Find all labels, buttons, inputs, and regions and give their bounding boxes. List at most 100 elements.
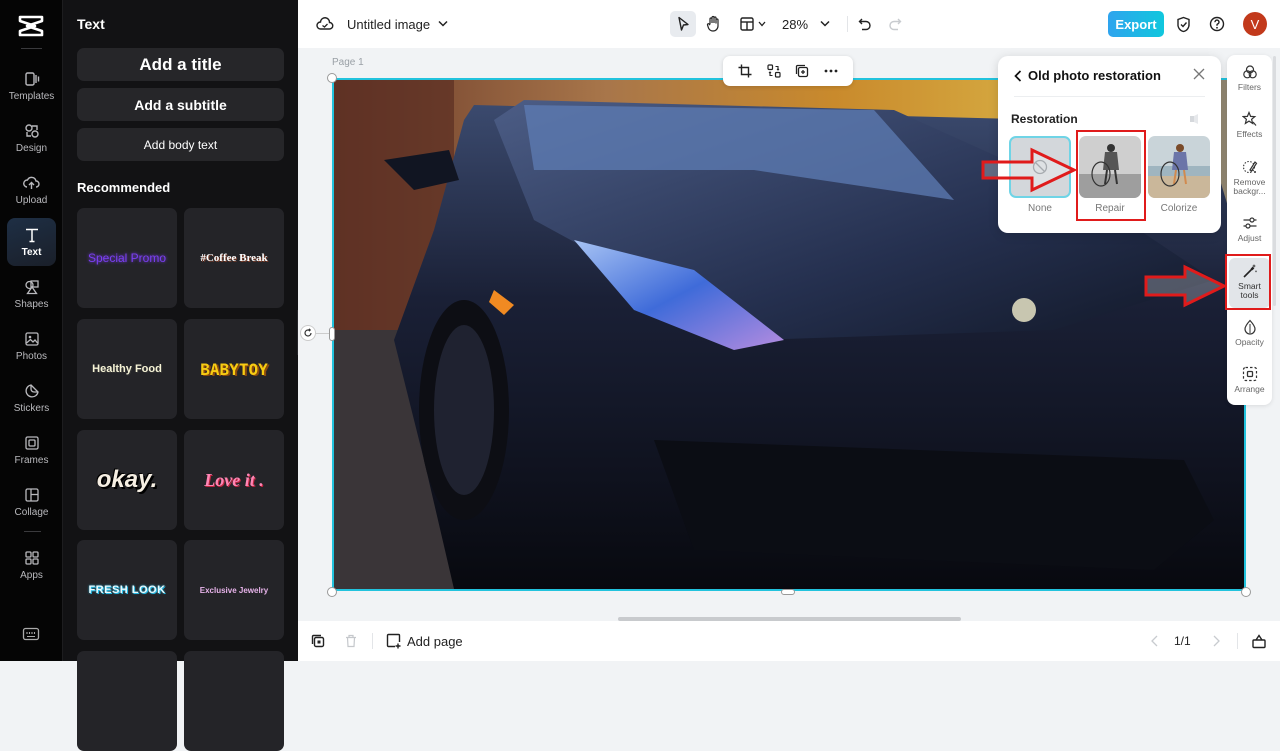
toolbar-divider <box>847 16 848 32</box>
rail-item-apps[interactable]: Apps <box>7 545 56 591</box>
cloud-sync-icon[interactable] <box>316 15 334 33</box>
resize-handle-bottom-left[interactable] <box>327 587 337 597</box>
layout-dropdown[interactable] <box>738 14 768 34</box>
next-page-icon[interactable] <box>1210 634 1222 648</box>
hand-tool-button[interactable] <box>704 13 724 35</box>
add-page-button[interactable]: Add page <box>386 632 463 650</box>
tool-opacity[interactable]: Opacity <box>1229 319 1270 347</box>
magic-wand-icon <box>1242 263 1258 279</box>
text-preset-tile[interactable]: okay. <box>77 430 177 530</box>
keyboard-shortcuts-icon[interactable] <box>22 627 40 641</box>
text-preset-tile[interactable] <box>184 651 284 751</box>
adjust-icon <box>1242 215 1258 231</box>
redo-button[interactable] <box>886 15 904 33</box>
text-preset-tile[interactable]: FRESH LOOK <box>77 540 177 640</box>
undo-button[interactable] <box>856 15 874 33</box>
tool-smart-tools[interactable]: Smart tools <box>1229 258 1270 308</box>
rail-item-collage[interactable]: Collage <box>7 482 56 528</box>
add-body-text-button[interactable]: Add body text <box>77 128 284 161</box>
tool-arrange[interactable]: Arrange <box>1229 366 1270 394</box>
preset-love-it: Love it . <box>204 469 264 490</box>
restoration-option-repair[interactable] <box>1079 136 1141 198</box>
page-counter: 1/1 <box>1174 634 1191 648</box>
text-preset-tile[interactable]: Healthy Food <box>77 319 177 419</box>
delete-page-button[interactable] <box>343 633 359 649</box>
frames-icon <box>23 434 41 452</box>
add-title-button[interactable]: Add a title <box>77 48 284 81</box>
tool-filters[interactable]: Filters <box>1229 64 1270 92</box>
tool-adjust[interactable]: Adjust <box>1229 215 1270 243</box>
right-panel-scrollbar[interactable] <box>1273 56 1276 306</box>
select-tool-button[interactable] <box>670 11 696 37</box>
right-tools-bar: Filters Effects Remove backgr... Adjust … <box>1227 55 1272 405</box>
back-button[interactable]: Old photo restoration <box>1014 68 1161 83</box>
rail-divider <box>24 531 41 532</box>
compare-icon[interactable] <box>1189 113 1201 125</box>
collage-icon <box>23 486 41 504</box>
resize-handle-top-left[interactable] <box>327 73 337 83</box>
bottom-bar: Add page 1/1 <box>298 621 1280 661</box>
arrange-icon <box>1242 366 1258 382</box>
panel-heading: Old photo restoration <box>1028 68 1161 83</box>
text-preset-tile[interactable]: #Coffee Break <box>184 208 284 308</box>
bottom-divider <box>1237 633 1238 649</box>
text-preset-tile[interactable]: Exclusive Jewelry <box>184 540 284 640</box>
text-icon <box>23 226 41 244</box>
close-icon[interactable] <box>1193 68 1207 82</box>
capcut-logo-icon[interactable] <box>16 14 46 38</box>
rail-item-design[interactable]: Design <box>7 118 56 164</box>
rail-item-photos[interactable]: Photos <box>7 326 56 372</box>
rotate-handle-connector <box>316 333 329 334</box>
page-manager-icon[interactable] <box>1250 632 1268 650</box>
chevron-left-icon <box>1014 69 1022 82</box>
design-icon <box>23 122 41 140</box>
tool-remove-background[interactable]: Remove backgr... <box>1229 159 1270 196</box>
resize-handle-bottom-right[interactable] <box>1241 587 1251 597</box>
help-icon[interactable] <box>1208 15 1226 33</box>
rotate-handle[interactable] <box>300 325 316 341</box>
user-avatar[interactable]: V <box>1243 12 1267 36</box>
add-page-icon <box>386 633 402 649</box>
resize-handle-bottom[interactable] <box>781 589 795 595</box>
rail-item-frames[interactable]: Frames <box>7 430 56 476</box>
zoom-level[interactable]: 28% <box>782 14 808 34</box>
upload-cloud-icon <box>23 174 41 192</box>
preset-babytoy: BABYTOY <box>200 359 268 379</box>
crop-icon[interactable] <box>737 63 753 79</box>
rail-item-upload[interactable]: Upload <box>7 170 56 216</box>
text-preset-tile[interactable]: Special Promo <box>77 208 177 308</box>
option-label-colorize: Colorize <box>1160 203 1198 214</box>
rail-item-text[interactable]: Text <box>7 218 56 266</box>
zoom-chevron-down-icon[interactable] <box>819 17 831 29</box>
annotation-arrow-repair <box>981 147 1078 193</box>
remove-background-icon <box>1242 159 1258 175</box>
resize-handle-left[interactable] <box>329 327 335 341</box>
previous-page-icon[interactable] <box>1148 634 1160 648</box>
effects-icon <box>1241 111 1258 127</box>
rail-item-templates[interactable]: Templates <box>7 66 56 112</box>
export-button[interactable]: Export <box>1108 11 1164 37</box>
shield-check-icon[interactable] <box>1174 15 1192 33</box>
page-label: Page 1 <box>332 57 364 68</box>
title-chevron-down-icon[interactable] <box>437 17 449 29</box>
option-label-none: None <box>1028 203 1052 214</box>
tool-effects[interactable]: Effects <box>1229 111 1270 139</box>
more-options-icon[interactable] <box>823 63 839 79</box>
opacity-icon <box>1242 319 1258 335</box>
text-preset-tile[interactable]: Love it . <box>184 430 284 530</box>
restoration-option-colorize[interactable] <box>1148 136 1210 198</box>
photos-icon <box>23 330 41 348</box>
text-preset-tile[interactable] <box>77 651 177 751</box>
shapes-icon <box>23 278 41 296</box>
undo-icon <box>858 17 872 31</box>
replace-icon[interactable] <box>766 63 782 79</box>
preset-coffee-break: #Coffee Break <box>200 252 268 264</box>
add-subtitle-button[interactable]: Add a subtitle <box>77 88 284 121</box>
duplicate-icon[interactable] <box>794 63 810 79</box>
document-title[interactable]: Untitled image <box>347 15 430 33</box>
chevron-down-icon <box>758 21 766 27</box>
duplicate-page-button[interactable] <box>310 633 326 649</box>
rail-item-stickers[interactable]: Stickers <box>7 378 56 424</box>
rail-item-shapes[interactable]: Shapes <box>7 274 56 320</box>
text-preset-tile[interactable]: BABYTOY <box>184 319 284 419</box>
